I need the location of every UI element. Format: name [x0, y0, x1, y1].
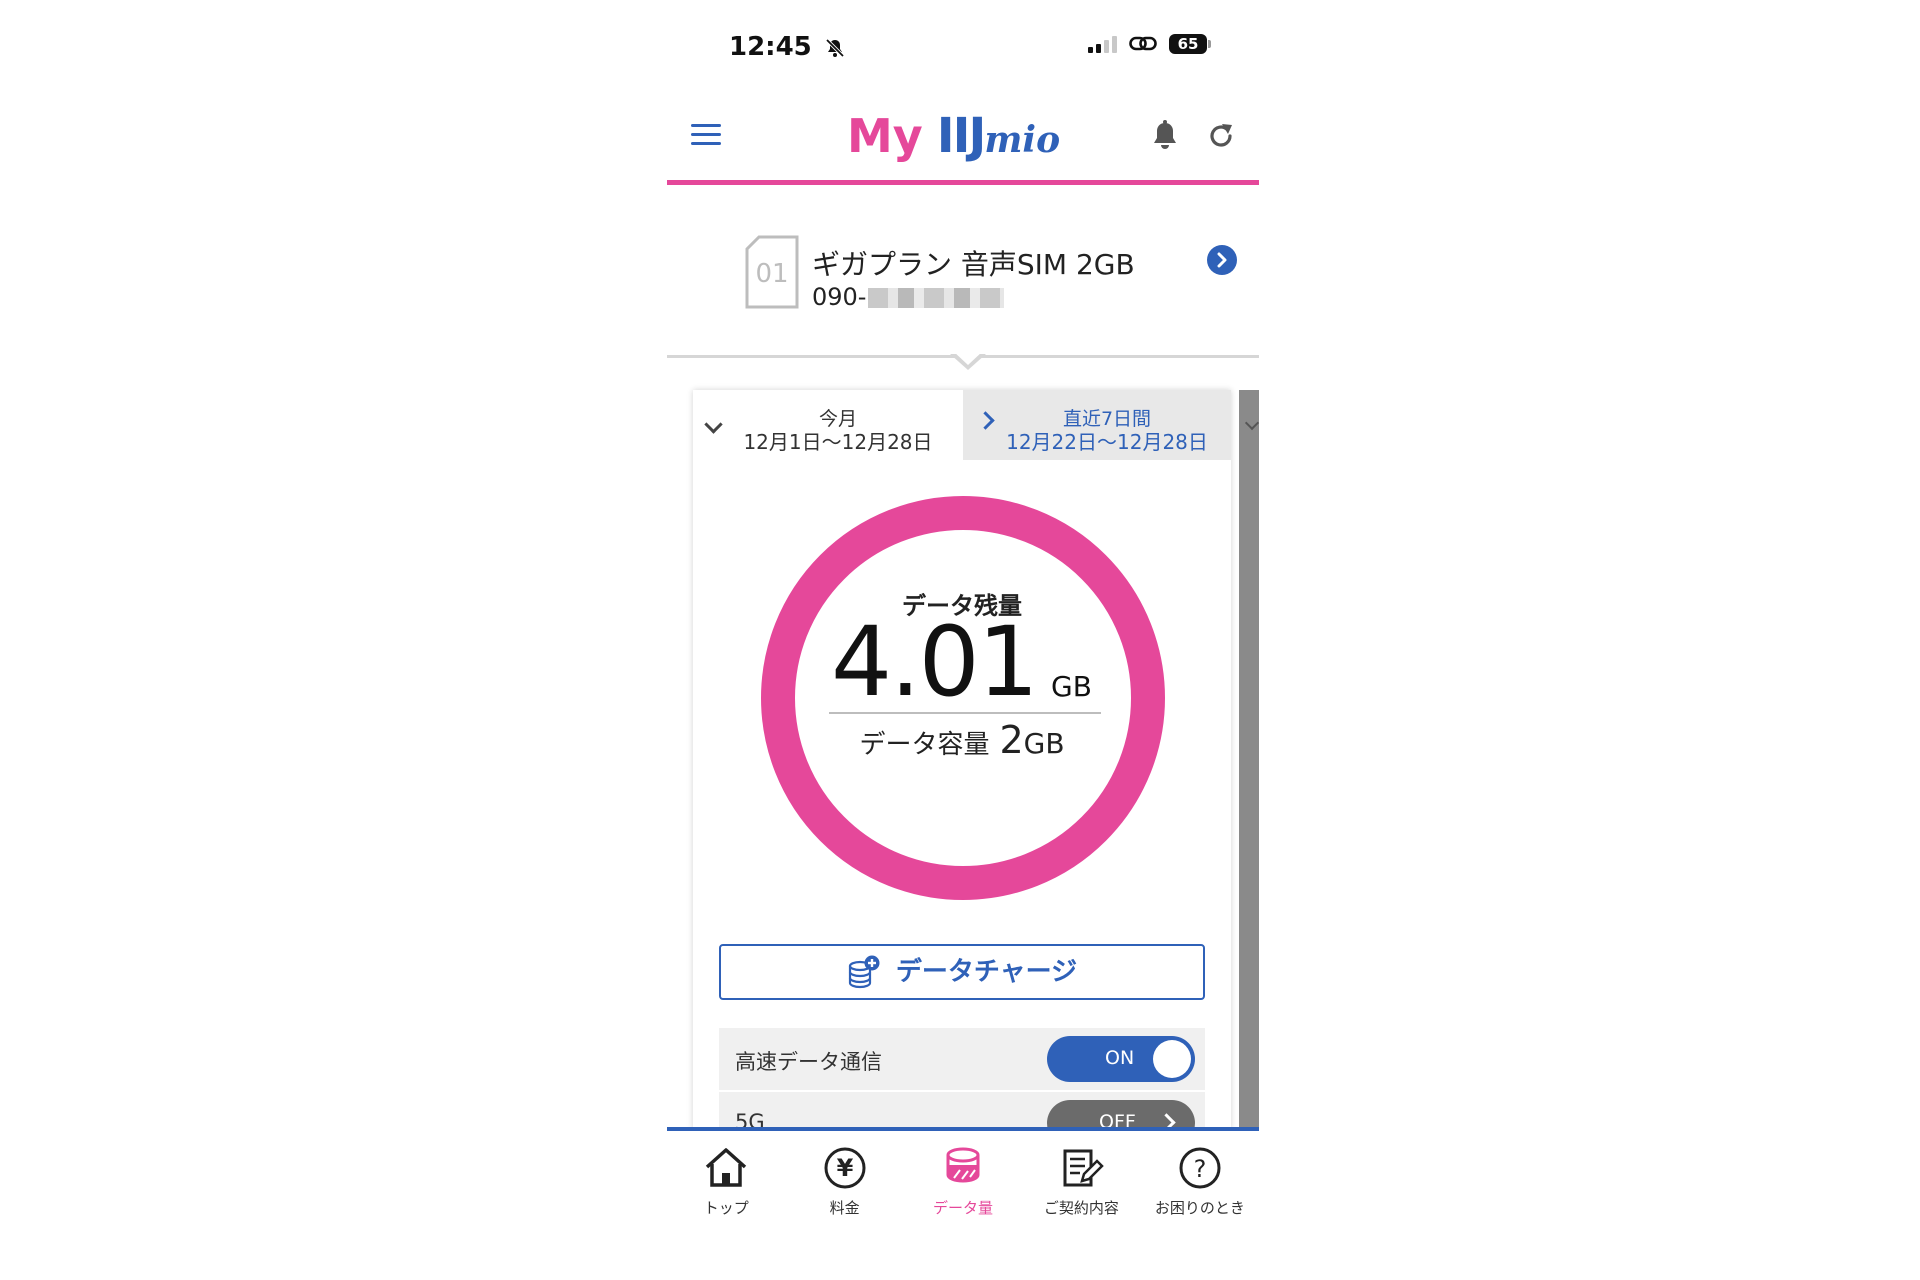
masked-number: [868, 288, 1005, 308]
nav-label-top: トップ: [703, 1199, 749, 1217]
svg-text:?: ?: [1193, 1155, 1206, 1183]
sim-plan-name: ギガプラン 音声SIM 2GB: [812, 248, 1135, 281]
app-screen: 12:45 65 My IIJmio 01 ギガプラン 音声SIM 2GB 09…: [667, 0, 1260, 1280]
logo-my: My: [847, 109, 923, 163]
chevron-right-icon[interactable]: [1207, 245, 1237, 275]
home-icon: [706, 1148, 747, 1187]
bell-off-icon: [825, 38, 845, 57]
toggle-knob: [1153, 1040, 1191, 1078]
chevron-down-icon: [1244, 415, 1260, 431]
data-usage-card: 今月 12月1日〜12月28日 直近7日間 12月22日〜12月28日 データ残…: [693, 390, 1231, 1130]
sim-card-selector[interactable]: 01 ギガプラン 音声SIM 2GB 090-: [667, 185, 1259, 358]
yen-icon: ¥: [824, 1147, 866, 1189]
status-time: 12:45: [729, 32, 845, 62]
nav-label-contract: ご契約内容: [1043, 1199, 1119, 1217]
nav-label-help: お困りのとき: [1154, 1199, 1245, 1217]
tab-week-range: 12月22日〜12月28日: [1006, 430, 1208, 454]
status-indicators: 65: [1088, 34, 1211, 54]
app-logo: My IIJmio: [847, 108, 1060, 164]
selection-pointer: [950, 351, 986, 370]
battery-indicator: 65: [1169, 34, 1211, 54]
sim-phone-number: 090-: [812, 283, 1005, 311]
logo-mio: mio: [984, 119, 1061, 161]
data-charge-label: データチャージ: [895, 957, 1078, 987]
hamburger-menu-icon[interactable]: [691, 124, 721, 148]
capacity-label: データ容量: [859, 730, 990, 760]
tab-month-range: 12月1日〜12月28日: [743, 430, 933, 454]
gauge-divider: [829, 712, 1101, 714]
cellular-signal-icon: [1088, 35, 1117, 53]
tab-last-7-days[interactable]: 直近7日間 12月22日〜12月28日: [963, 390, 1231, 460]
data-charge-icon: [848, 955, 880, 989]
5g-row: 5G OFF: [719, 1092, 1205, 1130]
nav-item-contract[interactable]: ご契約内容: [1022, 1131, 1140, 1227]
high-speed-data-row: 高速データ通信 ON: [719, 1028, 1205, 1090]
nav-item-help[interactable]: ? お困りのとき: [1141, 1131, 1259, 1227]
battery-level: 65: [1177, 35, 1199, 53]
data-charge-button[interactable]: データチャージ: [719, 944, 1205, 1000]
high-speed-data-label: 高速データ通信: [735, 1050, 882, 1074]
5g-toggle[interactable]: OFF: [1047, 1100, 1195, 1130]
nav-label-fee: 料金: [829, 1199, 860, 1217]
svg-text:¥: ¥: [836, 1154, 853, 1182]
nav-item-data[interactable]: データ量: [904, 1131, 1022, 1227]
bottom-navigation: トップ ¥ 料金 データ量 ご契約内容 ? お困りのとき: [667, 1127, 1259, 1227]
link-icon: [1129, 36, 1157, 51]
status-time-text: 12:45: [729, 32, 812, 62]
refresh-icon[interactable]: [1205, 120, 1237, 152]
logo-iij: IIJ: [936, 108, 987, 164]
notification-bell-icon[interactable]: [1151, 120, 1179, 152]
sim-card-icon: 01: [745, 235, 799, 309]
nav-label-data: データ量: [933, 1199, 994, 1217]
data-icon: [946, 1147, 980, 1183]
next-sim-card-peek[interactable]: [1239, 390, 1260, 1130]
capacity-line: データ容量 2GB: [693, 718, 1231, 762]
help-icon: ?: [1179, 1147, 1221, 1189]
remaining-value: 4.01: [831, 606, 1039, 718]
high-speed-toggle-state: ON: [1105, 1047, 1135, 1069]
contract-icon: [1063, 1149, 1105, 1187]
sim-number-prefix: 090-: [812, 283, 867, 311]
high-speed-data-toggle[interactable]: ON: [1047, 1036, 1195, 1082]
sim-slot-number: 01: [755, 259, 788, 289]
capacity-value: 2: [999, 718, 1024, 762]
capacity-unit: GB: [1023, 727, 1065, 760]
remaining-unit: GB: [1051, 670, 1092, 703]
tab-this-month[interactable]: 今月 12月1日〜12月28日: [693, 390, 963, 460]
app-header: My IIJmio: [667, 90, 1259, 185]
nav-item-fee[interactable]: ¥ 料金: [785, 1131, 903, 1227]
nav-item-top[interactable]: トップ: [667, 1131, 785, 1227]
